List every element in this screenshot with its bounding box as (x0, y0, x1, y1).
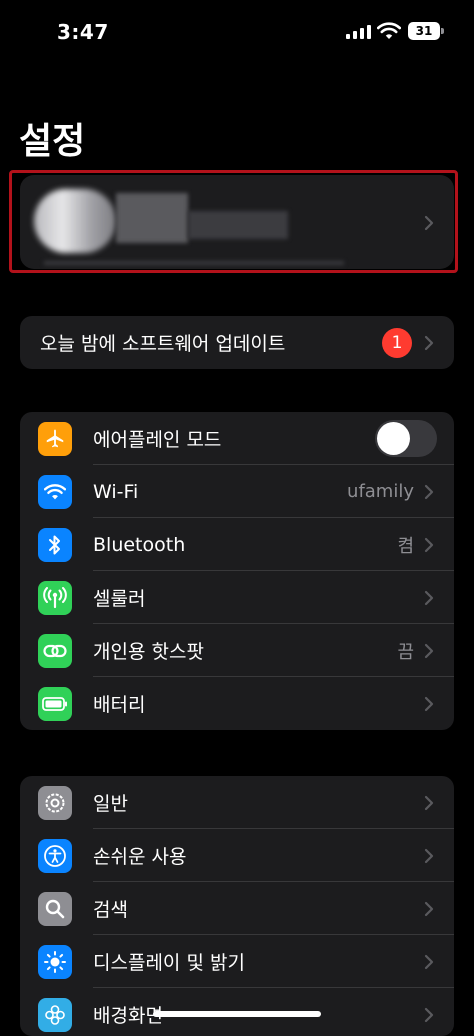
home-indicator[interactable] (153, 1011, 321, 1017)
chevron-right-icon (424, 954, 434, 969)
blurred-line (44, 261, 344, 265)
search-label: 검색 (93, 899, 128, 921)
display-brightness-row[interactable]: 디스플레이 및 밝기 (20, 935, 454, 988)
chevron-right-icon (424, 590, 434, 605)
avatar (34, 189, 116, 253)
blurred-subtitle (188, 211, 288, 239)
chevron-right-icon (424, 795, 434, 810)
gear-icon (38, 785, 72, 820)
bluetooth-icon (38, 527, 72, 562)
bluetooth-value: 켬 (397, 535, 414, 557)
status-time: 3:47 (57, 20, 109, 44)
chevron-right-icon (424, 484, 434, 499)
wallpaper-icon (38, 997, 72, 1032)
cellular-signal-icon (346, 25, 371, 39)
brightness-icon (38, 944, 72, 979)
chevron-right-icon (424, 1007, 434, 1022)
status-bar: 3:47 31 (0, 0, 474, 64)
hotspot-icon (38, 633, 72, 668)
general-row[interactable]: 일반 (20, 776, 454, 829)
airplane-mode-label: 에어플레인 모드 (93, 429, 222, 451)
bluetooth-label: Bluetooth (93, 533, 186, 556)
airplane-mode-toggle[interactable] (375, 420, 437, 457)
chevron-right-icon (424, 215, 434, 231)
software-update-row[interactable]: 오늘 밤에 소프트웨어 업데이트 1 (20, 316, 454, 369)
page-title: 설정 (19, 121, 86, 162)
battery-icon (38, 686, 72, 721)
chevron-right-icon (424, 537, 434, 552)
personal-hotspot-value: 끔 (397, 641, 414, 663)
accessibility-row[interactable]: 손쉬운 사용 (20, 829, 454, 882)
accessibility-label: 손쉬운 사용 (93, 846, 187, 868)
chevron-right-icon (424, 901, 434, 916)
software-update-label: 오늘 밤에 소프트웨어 업데이트 (40, 333, 286, 355)
chevron-right-icon (424, 848, 434, 863)
airplane-icon (38, 421, 72, 456)
connectivity-group: 에어플레인 모드 Wi-Fi ufamily Bluetooth 켬 셀룰러 개… (20, 412, 454, 730)
cellular-label: 셀룰러 (93, 588, 146, 610)
wifi-status-icon (377, 22, 401, 39)
airplane-mode-row[interactable]: 에어플레인 모드 (20, 412, 454, 465)
search-row[interactable]: 검색 (20, 882, 454, 935)
update-badge: 1 (382, 327, 412, 358)
battery-status-icon: 31 (408, 22, 444, 40)
battery-row[interactable]: 배터리 (20, 677, 454, 730)
bluetooth-row[interactable]: Bluetooth 켬 (20, 518, 454, 571)
general-label: 일반 (93, 793, 128, 815)
wifi-icon (38, 474, 72, 509)
toggle-knob (377, 422, 410, 455)
chevron-right-icon (424, 696, 434, 711)
personal-hotspot-row[interactable]: 개인용 핫스팟 끔 (20, 624, 454, 677)
personal-hotspot-label: 개인용 핫스팟 (93, 641, 204, 663)
wifi-row[interactable]: Wi-Fi ufamily (20, 465, 454, 518)
wifi-label: Wi-Fi (93, 480, 139, 503)
display-brightness-label: 디스플레이 및 밝기 (93, 952, 245, 974)
cellular-icon (38, 580, 72, 615)
battery-label: 배터리 (93, 694, 146, 716)
search-icon (38, 891, 72, 926)
blurred-name (116, 193, 188, 243)
accessibility-icon (38, 838, 72, 873)
general-group: 일반 손쉬운 사용 검색 디스플레이 및 밝기 배경화면 (20, 776, 454, 1036)
chevron-right-icon (424, 335, 434, 350)
apple-id-profile-card[interactable] (20, 175, 454, 269)
wifi-value: ufamily (347, 481, 414, 502)
chevron-right-icon (424, 643, 434, 658)
cellular-row[interactable]: 셀룰러 (20, 571, 454, 624)
software-update-group: 오늘 밤에 소프트웨어 업데이트 1 (20, 316, 454, 369)
